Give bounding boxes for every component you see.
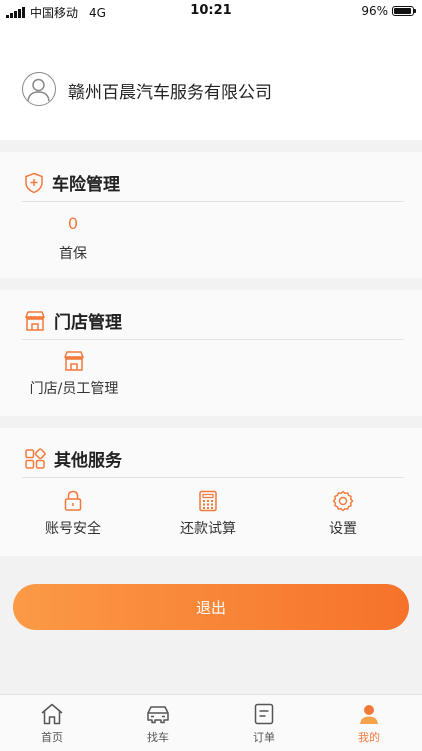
other-services-section: 其他服务 账号安全 还款试算 设置 xyxy=(0,428,422,556)
home-icon xyxy=(41,703,63,725)
account-security-label: 账号安全 xyxy=(45,521,101,537)
divider xyxy=(22,339,404,340)
user-icon xyxy=(360,705,378,724)
tab-mine-label: 我的 xyxy=(358,731,380,744)
shield-plus-icon xyxy=(25,172,43,193)
store-title: 门店管理 xyxy=(54,313,122,333)
repayment-calc-item[interactable]: 还款试算 xyxy=(165,490,251,538)
logout-button[interactable]: 退出 xyxy=(13,584,409,630)
insurance-section: 车险管理 0 首保 xyxy=(0,152,422,278)
tab-bar: 首页 找车 订单 我的 xyxy=(0,694,422,751)
tab-find-car-label: 找车 xyxy=(147,731,169,744)
car-icon xyxy=(147,706,169,724)
store-section: 门店管理 门店/员工管理 xyxy=(0,290,422,416)
store-icon xyxy=(64,351,84,371)
tab-find-car[interactable]: 找车 xyxy=(128,703,188,745)
account-security-item[interactable]: 账号安全 xyxy=(30,490,116,538)
settings-item[interactable]: 设置 xyxy=(300,490,386,538)
tab-orders[interactable]: 订单 xyxy=(234,703,294,745)
avatar[interactable] xyxy=(22,72,56,106)
insurance-title: 车险管理 xyxy=(52,175,120,195)
grid-apps-icon xyxy=(25,447,46,469)
gear-icon xyxy=(332,490,354,512)
first-insurance-item[interactable]: 0 首保 xyxy=(43,214,103,263)
order-icon xyxy=(254,703,274,725)
lock-icon xyxy=(64,490,82,511)
profile-header: 赣州百晨汽车服务有限公司 xyxy=(0,22,422,140)
divider xyxy=(22,477,404,478)
calculator-icon xyxy=(199,490,217,512)
status-bar: 中国移动 4G 10:21 96% xyxy=(0,0,422,22)
tab-mine[interactable]: 我的 xyxy=(339,703,399,745)
tab-home-label: 首页 xyxy=(41,731,63,744)
avatar-icon xyxy=(27,78,50,102)
repayment-calc-label: 还款试算 xyxy=(180,521,236,537)
settings-label: 设置 xyxy=(329,521,357,537)
battery-percent: 96% xyxy=(361,4,388,18)
other-services-title: 其他服务 xyxy=(54,451,122,471)
status-time: 10:21 xyxy=(190,3,232,18)
divider xyxy=(22,201,404,202)
store-staff-item[interactable]: 门店/员工管理 xyxy=(18,350,130,398)
tab-orders-label: 订单 xyxy=(253,731,275,744)
company-name: 赣州百晨汽车服务有限公司 xyxy=(68,83,272,103)
first-insurance-count: 0 xyxy=(67,214,79,233)
tab-home[interactable]: 首页 xyxy=(22,703,82,745)
first-insurance-label: 首保 xyxy=(59,246,87,262)
battery-icon xyxy=(392,6,416,16)
store-icon xyxy=(25,310,45,331)
store-staff-label: 门店/员工管理 xyxy=(29,381,119,397)
